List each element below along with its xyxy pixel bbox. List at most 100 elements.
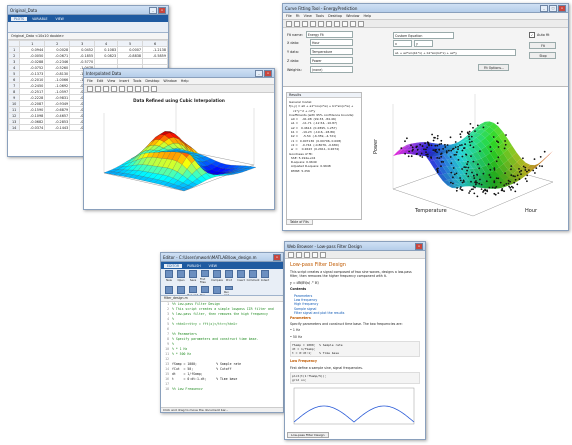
surface-plot[interactable] — [84, 103, 272, 203]
close-button[interactable]: x — [158, 6, 166, 14]
menu-item-file[interactable]: File — [286, 14, 292, 18]
tab-view[interactable]: VIEW — [206, 264, 220, 268]
find-icon[interactable] — [320, 251, 326, 258]
close-button[interactable]: x — [415, 242, 423, 250]
legend-icon[interactable] — [350, 20, 356, 27]
ribbon-button-advance[interactable]: Advance — [212, 286, 222, 295]
curve-fitting-titlebar[interactable]: Curve Fitting Tool - EnergyPrediction _ … — [283, 4, 568, 13]
menu-item-edit[interactable]: Edit — [97, 79, 104, 83]
code-line[interactable]: 18%% Low Frequency — [161, 387, 283, 390]
new-figure-icon[interactable] — [87, 85, 93, 92]
new-fit-icon[interactable] — [286, 20, 292, 27]
menu-item-file[interactable]: File — [87, 79, 93, 83]
menu-item-fit[interactable]: Fit — [296, 14, 300, 18]
zoom-in-icon[interactable] — [310, 20, 316, 27]
menu-item-window[interactable]: Window — [346, 14, 359, 18]
ribbon-button-compare[interactable]: Compare — [211, 270, 223, 284]
data-cursor-icon[interactable] — [151, 85, 157, 92]
menu-item-desktop[interactable]: Desktop — [328, 14, 342, 18]
close-button[interactable]: x — [264, 69, 272, 77]
maximize-button[interactable]: □ — [549, 4, 557, 12]
figure-titlebar[interactable]: Interpolated Data _ x — [84, 69, 274, 78]
zoom-out-icon[interactable] — [127, 85, 133, 92]
menu-item-tools[interactable]: Tools — [316, 14, 324, 18]
menu-item-help[interactable]: Help — [363, 14, 371, 18]
pan-icon[interactable] — [135, 85, 141, 92]
tab-view[interactable]: VIEW — [53, 17, 67, 21]
menu-item-insert[interactable]: Insert — [119, 79, 129, 83]
zoom-out-icon[interactable] — [318, 20, 324, 27]
equation-input[interactable]: a1 + a2*sin(b1*x) + b1*sin(b2*x) + a2*y — [393, 49, 516, 56]
grid-icon[interactable] — [358, 20, 364, 27]
tab-variable[interactable]: VARIABLE — [29, 17, 50, 21]
ribbon-button-save[interactable]: Save — [188, 270, 198, 284]
print-icon[interactable] — [312, 251, 318, 258]
table-cell[interactable]: -0.1443 — [44, 124, 71, 131]
tab-publish[interactable]: PUBLISH — [184, 264, 204, 268]
fit-name-input[interactable]: Energy Fit — [305, 31, 353, 38]
fit-type-select[interactable]: Custom Equation — [393, 32, 454, 39]
code-editor[interactable]: 1%% Low-pass Filter Design 2% This script… — [161, 302, 283, 390]
menu-item-tools[interactable]: Tools — [133, 79, 141, 83]
data-cursor-icon[interactable] — [342, 20, 348, 27]
ribbon-button-run-section[interactable]: Run Section — [200, 286, 210, 295]
ribbon-button-open[interactable]: Open — [176, 270, 186, 284]
editor-titlebar[interactable]: Editor - C:\Users\mwork\MATLAB\low_desig… — [161, 253, 283, 262]
back-icon[interactable] — [288, 251, 294, 258]
minimize-button[interactable]: _ — [540, 4, 548, 12]
ribbon-button-find-files[interactable]: Find Files — [200, 270, 210, 284]
ribbon-button-print[interactable]: Print — [224, 270, 234, 284]
table-cell[interactable]: -0.0374 — [19, 124, 46, 131]
eq-var-x-select[interactable]: x — [393, 40, 412, 47]
close-button[interactable]: x — [273, 253, 281, 261]
open-icon[interactable] — [95, 85, 101, 92]
variable-editor-titlebar[interactable]: Original_Data _ x — [8, 6, 168, 15]
ribbon-button-new[interactable]: New — [164, 270, 174, 284]
menu-item-window[interactable]: Window — [163, 79, 176, 83]
eq-var-y-select[interactable]: y — [414, 40, 433, 47]
doc-bottom-tab[interactable]: Low-pass Filter Design — [287, 432, 329, 438]
table-of-fits-tab[interactable]: Table of Fits — [286, 219, 313, 225]
menu-item-desktop[interactable]: Desktop — [145, 79, 159, 83]
rotate-icon[interactable] — [143, 85, 149, 92]
stop-button[interactable]: Stop — [529, 52, 556, 59]
fit-options-button[interactable]: Fit Options... — [478, 64, 509, 71]
param-bullet-text: 50 Hz — [292, 334, 303, 339]
ribbon-button-insert[interactable]: Insert — [236, 270, 246, 284]
tab-plots[interactable]: PLOTS — [11, 16, 28, 21]
row-header[interactable]: 14 — [8, 124, 21, 131]
menu-item-help[interactable]: Help — [181, 79, 189, 83]
menu-item-view[interactable]: View — [304, 14, 312, 18]
rotate-icon[interactable] — [334, 20, 340, 27]
ribbon-button-run[interactable]: Run — [176, 286, 186, 295]
ribbon-button-indent[interactable]: Indent — [260, 270, 270, 284]
z-data-select[interactable]: Power — [310, 57, 353, 64]
tab-editor[interactable]: EDITOR — [164, 263, 183, 268]
ribbon-button-comment[interactable]: Comment — [247, 270, 259, 284]
open-icon[interactable] — [294, 20, 300, 27]
zoom-in-icon[interactable] — [119, 85, 125, 92]
pan-icon[interactable] — [326, 20, 332, 27]
close-button[interactable]: x — [558, 4, 566, 12]
data-point — [510, 168, 512, 171]
save-icon[interactable] — [103, 85, 109, 92]
fit-button[interactable]: Fit — [529, 42, 556, 49]
fit-surface-plot[interactable]: Power Temperature Hour — [363, 94, 563, 224]
print-icon[interactable] — [111, 85, 117, 92]
data-point — [469, 144, 472, 147]
auto-fit-checkbox[interactable]: ✓ — [529, 32, 535, 38]
refresh-icon[interactable] — [304, 251, 310, 258]
doc-titlebar[interactable]: Web Browser - Low-pass Filter Design x — [285, 242, 425, 251]
y-data-select[interactable]: Temperature — [310, 48, 353, 55]
minimize-button[interactable]: _ — [255, 69, 263, 77]
x-data-select[interactable]: Hour — [310, 39, 353, 46]
ribbon-button-run-and-advance[interactable]: Run and Advance — [187, 286, 198, 295]
save-icon[interactable] — [302, 20, 308, 27]
weights-select[interactable]: (none) — [310, 66, 353, 73]
code-line[interactable]: 3% low-pass filter, then removes the hig… — [161, 312, 283, 317]
forward-icon[interactable] — [296, 251, 302, 258]
menu-item-view[interactable]: View — [107, 79, 115, 83]
minimize-button[interactable]: _ — [149, 6, 157, 14]
ribbon-button-breakpoints[interactable]: Breakpoints — [164, 286, 174, 295]
ribbon-button-run-and-time[interactable]: Run and Time — [224, 286, 234, 295]
